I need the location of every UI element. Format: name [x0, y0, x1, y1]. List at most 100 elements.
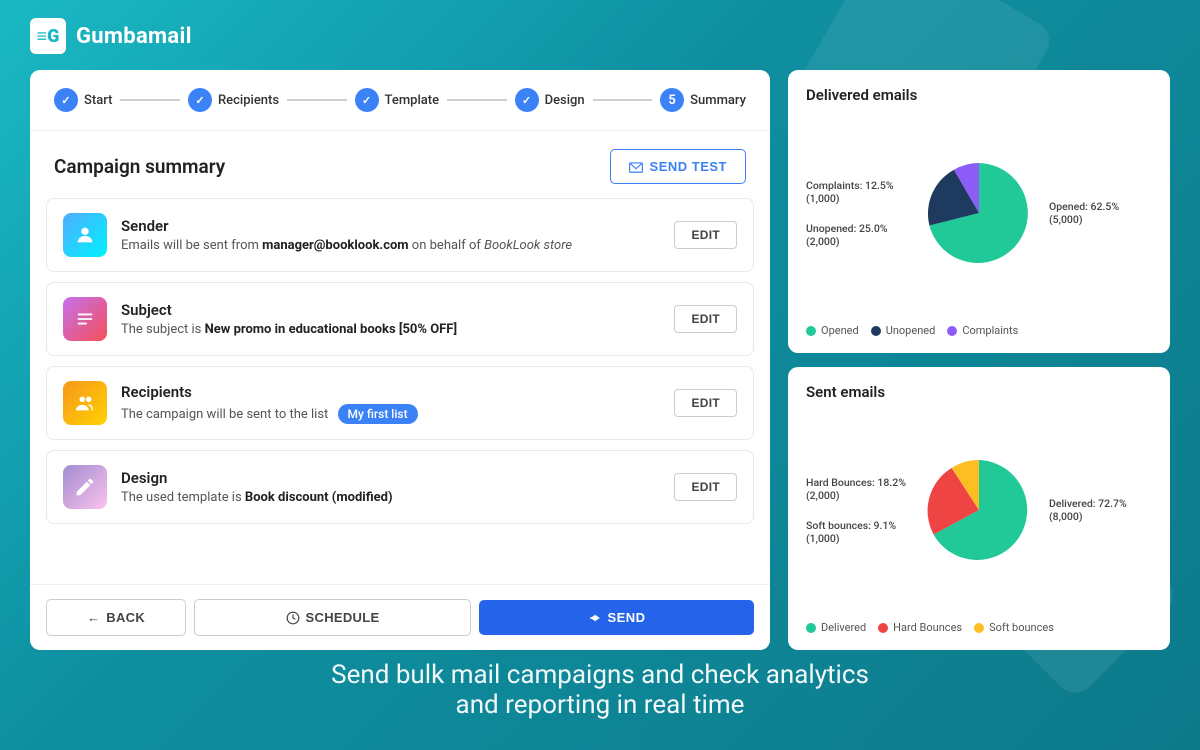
campaign-title: Campaign summary [54, 155, 225, 178]
lines-icon [74, 308, 96, 330]
sent-pie-svg [919, 450, 1039, 570]
summary-items-list: Sender Emails will be sent from manager@… [30, 198, 770, 584]
subject-edit-button[interactable]: EDIT [674, 305, 737, 333]
send-button[interactable]: SEND [479, 600, 754, 635]
delivered-dot [806, 623, 816, 633]
legend-complaints: Complaints [947, 324, 1018, 337]
summary-item-recipients: Recipients The campaign will be sent to … [46, 366, 754, 440]
step-summary-icon: 5 [660, 88, 684, 112]
complaints-dot [947, 326, 957, 336]
campaign-header: Campaign summary SEND TEST [30, 131, 770, 198]
complaints-label: Complaints: 12.5% (1,000) [806, 179, 909, 205]
delivered-pie-labels-left: Complaints: 12.5% (1,000) Unopened: 25.0… [806, 179, 909, 252]
app-header: ≡G Gumbamail [30, 18, 192, 54]
delivered-pie-labels-right: Opened: 62.5% (5,000) [1049, 200, 1152, 230]
step-start: ✓ Start [54, 88, 112, 112]
stepper: ✓ Start ✓ Recipients ✓ Template ✓ Design… [30, 70, 770, 131]
back-arrow-icon: ← [87, 610, 100, 625]
sender-icon [63, 213, 107, 257]
tagline-line2: and reporting in real time [0, 690, 1200, 720]
group-icon [74, 392, 96, 414]
recipients-content: Recipients The campaign will be sent to … [121, 383, 660, 424]
design-content: Design The used template is Book discoun… [121, 469, 660, 505]
design-title: Design [121, 469, 660, 487]
connector-3 [447, 99, 507, 101]
step-summary[interactable]: 5 Summary [660, 88, 746, 112]
recipients-desc: The campaign will be sent to the list My… [121, 404, 660, 424]
sent-chart-area: Hard Bounces: 18.2% (2,000) Soft bounces… [806, 411, 1152, 613]
opened-dot [806, 326, 816, 336]
step-template-label: Template [385, 93, 440, 108]
sent-pie-chart [919, 450, 1039, 574]
delivered-pie-chart [919, 153, 1039, 277]
person-icon [74, 224, 96, 246]
step-recipients: ✓ Recipients [188, 88, 279, 112]
recipients-title: Recipients [121, 383, 660, 401]
sender-desc: Emails will be sent from manager@bookloo… [121, 238, 660, 253]
campaign-panel: ✓ Start ✓ Recipients ✓ Template ✓ Design… [30, 70, 770, 650]
subject-icon [63, 297, 107, 341]
delivered-pie-svg [919, 153, 1039, 273]
design-desc: The used template is Book discount (modi… [121, 490, 660, 505]
delivered-chart-title: Delivered emails [806, 86, 1152, 104]
legend-soft-bounces: Soft bounces [974, 621, 1054, 634]
soft-bounces-dot [974, 623, 984, 633]
opened-label: Opened: 62.5% (5,000) [1049, 200, 1152, 226]
back-button[interactable]: ← BACK [46, 599, 186, 636]
delivered-right-label: Delivered: 72.7% (8,000) [1049, 497, 1152, 523]
sent-emails-panel: Sent emails Hard Bounces: 18.2% (2,000) … [788, 367, 1170, 650]
design-icon [63, 465, 107, 509]
subject-content: Subject The subject is New promo in educ… [121, 301, 660, 337]
legend-opened: Opened [806, 324, 859, 337]
sent-chart-title: Sent emails [806, 383, 1152, 401]
step-template-icon: ✓ [355, 88, 379, 112]
step-recipients-label: Recipients [218, 93, 279, 108]
clock-icon [286, 611, 300, 625]
recipients-edit-button[interactable]: EDIT [674, 389, 737, 417]
legend-delivered: Delivered [806, 621, 866, 634]
connector-4 [593, 99, 653, 101]
logo-icon: ≡G [30, 18, 66, 54]
envelope-icon [629, 161, 643, 173]
recipients-icon [63, 381, 107, 425]
summary-item-design: Design The used template is Book discoun… [46, 450, 754, 524]
step-summary-label: Summary [690, 93, 746, 108]
tagline-line1: Send bulk mail campaigns and check analy… [0, 660, 1200, 690]
delivered-legend: Opened Unopened Complaints [806, 324, 1152, 337]
delivered-emails-panel: Delivered emails Complaints: 12.5% (1,00… [788, 70, 1170, 353]
campaign-footer: ← BACK SCHEDULE SEND [30, 584, 770, 650]
connector-1 [120, 99, 180, 101]
content-area: ✓ Start ✓ Recipients ✓ Template ✓ Design… [30, 70, 1170, 650]
send-arrow-icon [587, 611, 601, 625]
step-design: ✓ Design [515, 88, 585, 112]
schedule-button[interactable]: SCHEDULE [194, 599, 471, 636]
summary-item-sender: Sender Emails will be sent from manager@… [46, 198, 754, 272]
unopened-label: Unopened: 25.0% (2,000) [806, 222, 909, 248]
delivered-chart-area: Complaints: 12.5% (1,000) Unopened: 25.0… [806, 114, 1152, 316]
soft-bounces-label: Soft bounces: 9.1% (1,000) [806, 519, 909, 545]
sent-pie-labels-right: Delivered: 72.7% (8,000) [1049, 497, 1152, 527]
step-start-label: Start [84, 93, 112, 108]
list-badge: My first list [338, 404, 418, 424]
summary-item-subject: Subject The subject is New promo in educ… [46, 282, 754, 356]
step-start-icon: ✓ [54, 88, 78, 112]
subject-title: Subject [121, 301, 660, 319]
right-panels: Delivered emails Complaints: 12.5% (1,00… [788, 70, 1170, 650]
logo-text: Gumbamail [76, 24, 192, 49]
sender-content: Sender Emails will be sent from manager@… [121, 217, 660, 253]
tagline: Send bulk mail campaigns and check analy… [0, 660, 1200, 720]
step-design-label: Design [545, 93, 585, 108]
unopened-dot [871, 326, 881, 336]
step-template: ✓ Template [355, 88, 440, 112]
send-test-button[interactable]: SEND TEST [610, 149, 746, 184]
legend-hard-bounces: Hard Bounces [878, 621, 962, 634]
legend-unopened: Unopened [871, 324, 936, 337]
sent-legend: Delivered Hard Bounces Soft bounces [806, 621, 1152, 634]
subject-desc: The subject is New promo in educational … [121, 322, 660, 337]
sender-edit-button[interactable]: EDIT [674, 221, 737, 249]
connector-2 [287, 99, 347, 101]
pencil-icon [74, 476, 96, 498]
design-edit-button[interactable]: EDIT [674, 473, 737, 501]
hard-bounces-dot [878, 623, 888, 633]
step-design-icon: ✓ [515, 88, 539, 112]
